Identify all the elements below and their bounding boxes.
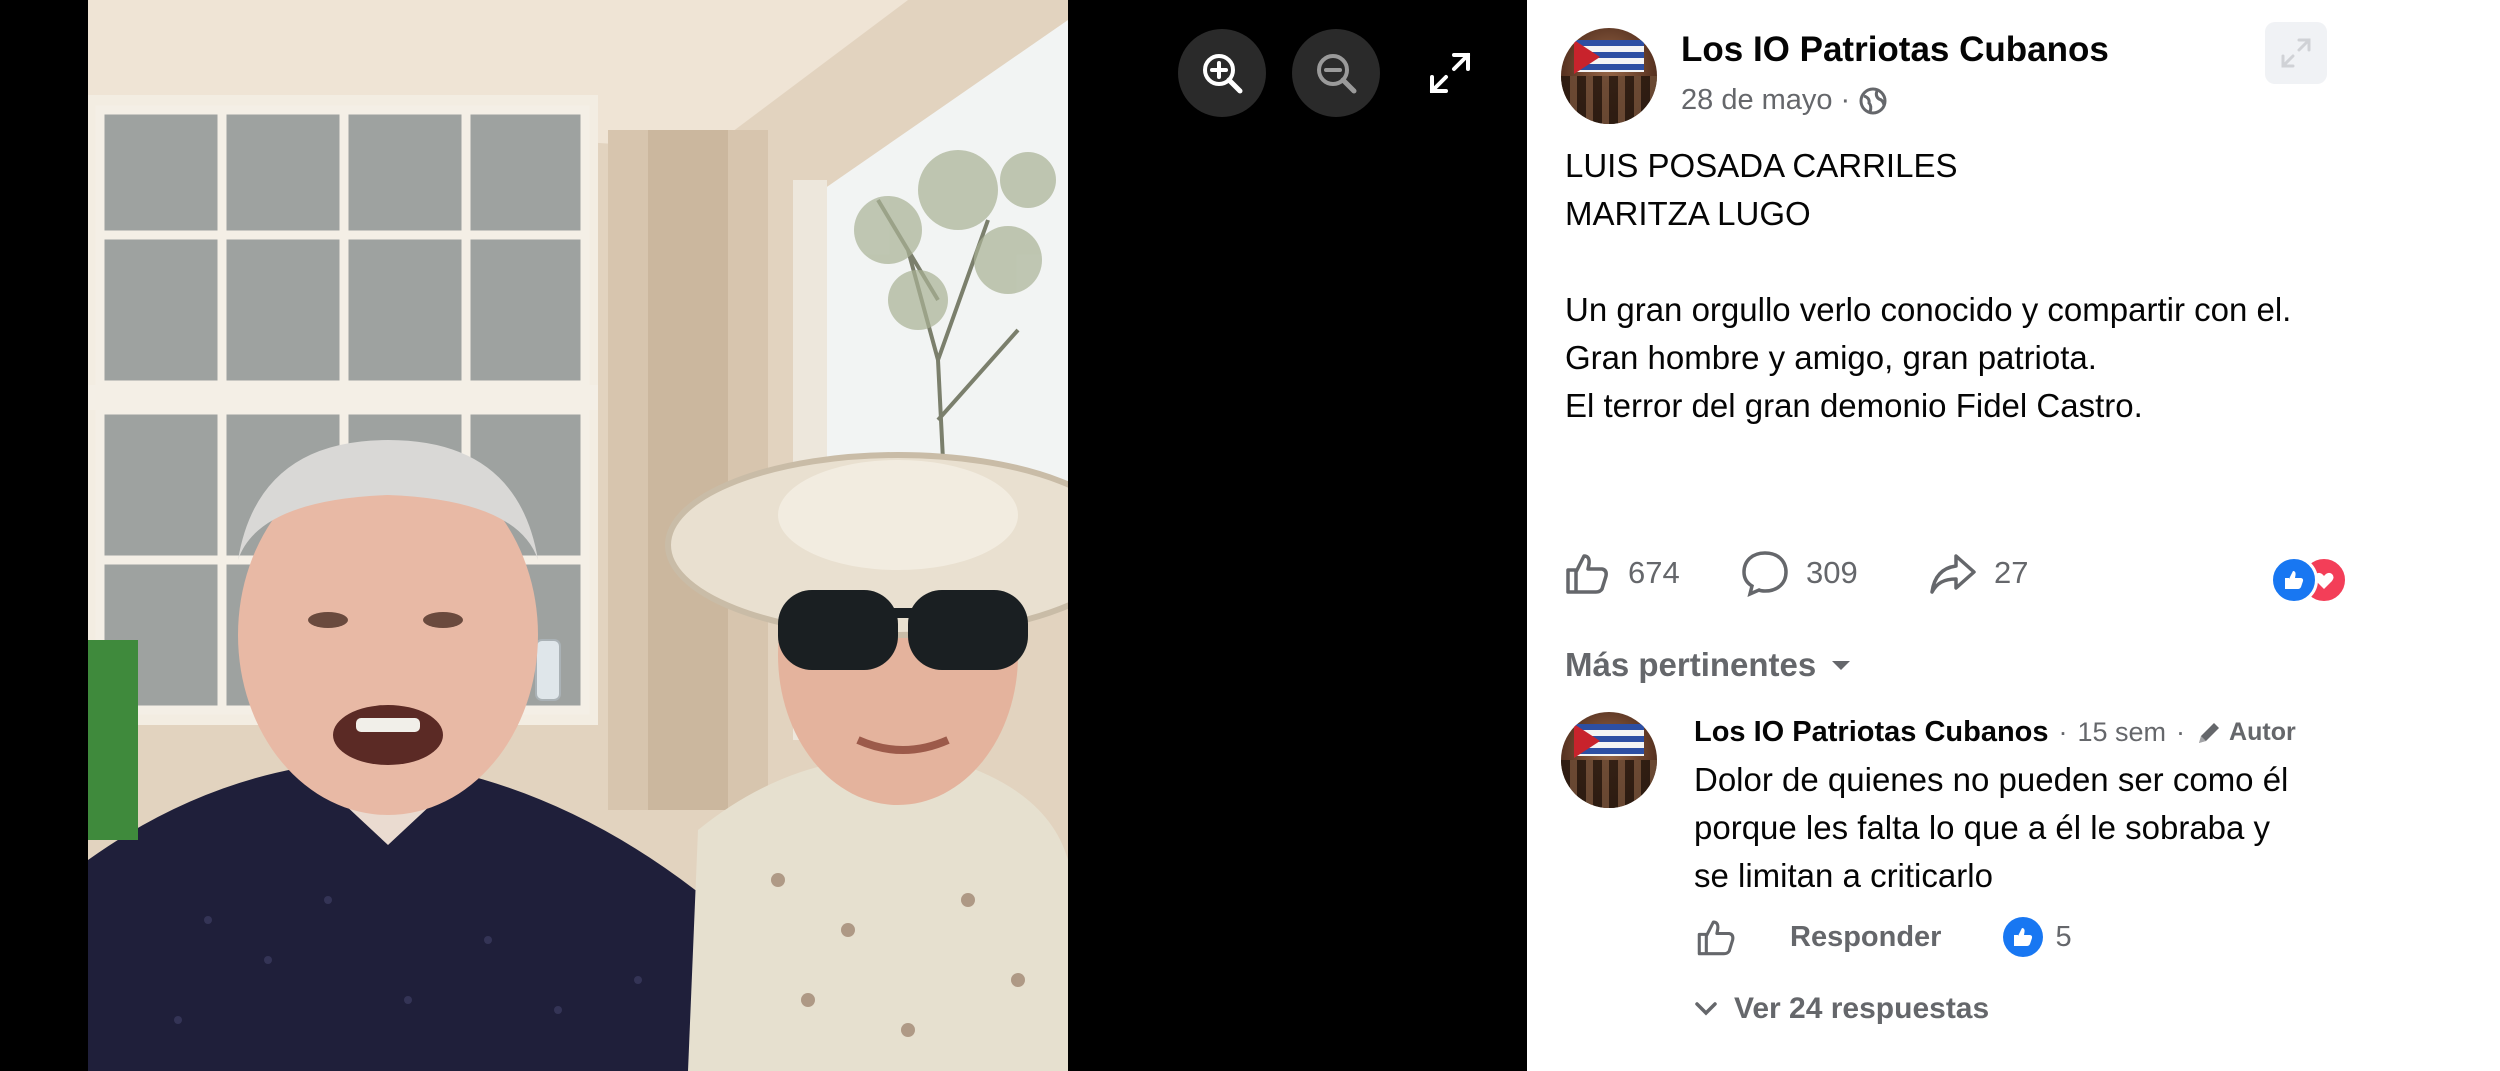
post-line: LUIS POSADA CARRILES — [1565, 147, 1958, 184]
share-button[interactable]: 27 — [1928, 548, 2028, 598]
comment-separator: · — [2176, 717, 2186, 747]
comment-text: Dolor de quienes no pueden ser como él p… — [1694, 761, 2289, 894]
post-line: El terror del gran demonio Fidel Castro. — [1565, 387, 2143, 424]
pencil-icon — [2199, 722, 2220, 743]
thumbs-up-icon — [1566, 554, 1608, 594]
comment-author[interactable]: Los IO Patriotas Cubanos — [1694, 716, 2049, 749]
post-line: Un gran orgullo verlo conocido y compart… — [1565, 291, 2292, 328]
photo-viewer — [0, 0, 1527, 1071]
comment-header: Los IO Patriotas Cubanos · 15 sem · Auto… — [1694, 716, 2296, 749]
share-count: 27 — [1994, 555, 2029, 590]
comment-age[interactable]: 15 sem — [2078, 717, 2167, 748]
meta-separator: · — [1840, 84, 1851, 116]
comment-button[interactable]: 309 — [1740, 548, 1858, 598]
post-text: LUIS POSADA CARRILES MARITZA LUGO Un gra… — [1565, 142, 2365, 430]
like-reaction-icon — [2270, 556, 2318, 604]
sort-label: Más pertinentes — [1565, 646, 1817, 683]
zoom-in-icon — [1203, 54, 1243, 94]
view-replies-button[interactable]: Ver 24 respuestas — [1694, 992, 1989, 1026]
share-icon — [1930, 554, 1976, 594]
page-name[interactable]: Los IO Patriotas Cubanos — [1681, 30, 2109, 70]
fullscreen-icon — [1430, 53, 1470, 93]
author-badge-label: Autor — [2229, 718, 2296, 746]
photo-illustration — [88, 0, 1068, 1071]
reply-button[interactable]: Responder — [1790, 921, 1941, 954]
chevron-down-icon — [1695, 1002, 1717, 1016]
view-replies-label: Ver 24 respuestas — [1734, 992, 1990, 1025]
post-line: MARITZA LUGO — [1565, 195, 1811, 232]
comment-like-icon[interactable] — [1694, 915, 1738, 959]
comment-actions: Responder 5 — [1694, 915, 2072, 959]
reaction-summary[interactable] — [2270, 556, 2350, 604]
page-avatar[interactable] — [1561, 28, 1657, 124]
comment-icon — [1742, 551, 1788, 598]
zoom-in-button[interactable] — [1178, 29, 1266, 117]
caret-down-icon — [1832, 661, 1851, 670]
like-count: 674 — [1628, 555, 1680, 590]
comment-count: 309 — [1806, 555, 1858, 590]
fullscreen-button[interactable] — [1406, 29, 1494, 117]
post-meta: 28 de mayo · — [1681, 84, 1888, 117]
comment-avatar[interactable] — [1561, 712, 1657, 808]
comment-sort-dropdown[interactable]: Más pertinentes — [1565, 646, 1852, 684]
expand-button[interactable] — [2265, 22, 2327, 84]
comment-like-reaction-icon — [2003, 917, 2044, 957]
post-photo[interactable] — [88, 0, 1068, 1071]
zoom-out-icon — [1317, 54, 1357, 94]
like-button[interactable]: 674 — [1562, 548, 1680, 598]
globe-icon — [1859, 87, 1887, 114]
author-badge: Autor — [2195, 718, 2296, 747]
post-line — [1565, 238, 2365, 286]
comment-like-count: 5 — [2055, 920, 2072, 953]
comment-separator: · — [2058, 717, 2068, 747]
post-line: Gran hombre y amigo, gran patriota. — [1565, 339, 2097, 376]
post-date[interactable]: 28 de mayo — [1681, 84, 1833, 117]
expand-icon — [2281, 38, 2311, 68]
zoom-out-button[interactable] — [1292, 29, 1380, 117]
